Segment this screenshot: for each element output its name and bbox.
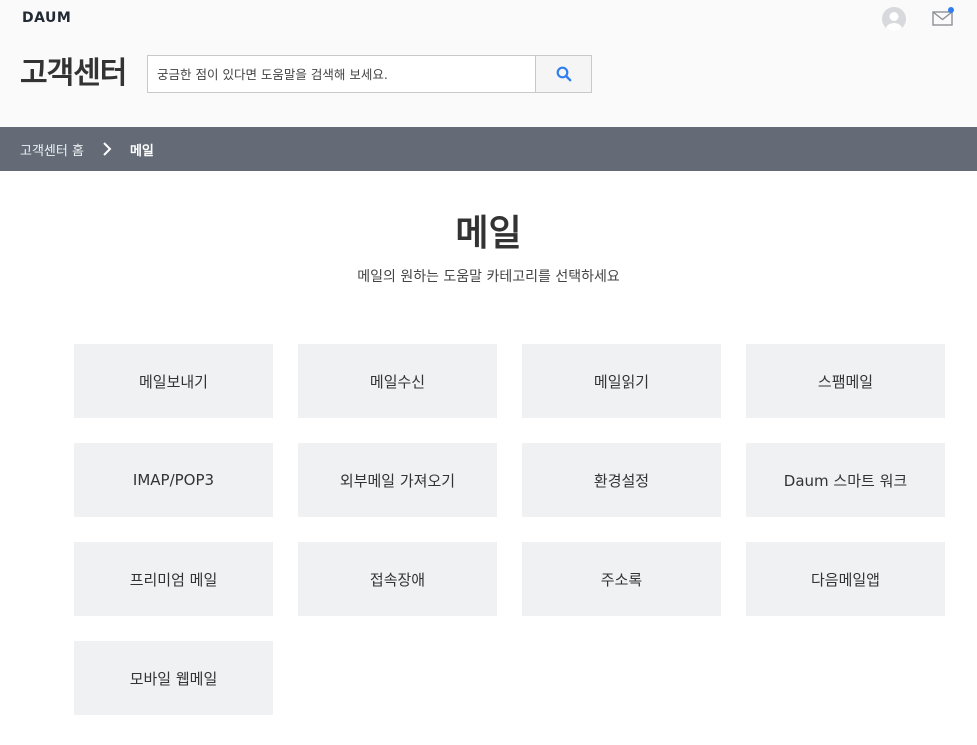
category-send-mail[interactable]: 메일보내기 xyxy=(74,344,273,418)
breadcrumb: 고객센터 홈 메일 xyxy=(0,127,977,171)
breadcrumb-current: 메일 xyxy=(129,143,154,159)
category-premium-mail[interactable]: 프리미엄 메일 xyxy=(74,542,273,616)
avatar-icon[interactable] xyxy=(882,7,906,31)
category-daum-mail-app[interactable]: 다음메일앱 xyxy=(746,542,945,616)
section-subtitle: 메일의 원하는 도움말 카테고리를 선택하세요 xyxy=(357,269,620,285)
category-spam-mail[interactable]: 스팸메일 xyxy=(746,344,945,418)
search-icon xyxy=(556,66,572,82)
page-title[interactable]: 고객센터 xyxy=(20,56,127,92)
category-settings[interactable]: 환경설정 xyxy=(522,443,721,517)
category-imap-pop3[interactable]: IMAP/POP3 xyxy=(74,443,273,517)
new-mail-badge xyxy=(948,7,954,13)
category-address-book[interactable]: 주소록 xyxy=(522,542,721,616)
category-daum-smart-work[interactable]: Daum 스마트 워크 xyxy=(746,443,945,517)
search-button[interactable] xyxy=(535,56,591,92)
search-box xyxy=(147,55,592,93)
search-input[interactable] xyxy=(148,56,535,92)
category-grid: 메일보내기 메일수신 메일읽기 스팸메일 IMAP/POP3 외부메일 가져오기… xyxy=(74,344,945,715)
chevron-right-icon xyxy=(102,141,112,157)
category-read-mail[interactable]: 메일읽기 xyxy=(522,344,721,418)
header: DAUM 고객센터 xyxy=(0,0,977,127)
section-title: 메일 xyxy=(455,213,522,254)
daum-logo[interactable]: DAUM xyxy=(22,10,71,26)
breadcrumb-home-link[interactable]: 고객센터 홈 xyxy=(20,140,84,159)
category-connection-issues[interactable]: 접속장애 xyxy=(298,542,497,616)
category-external-mail-import[interactable]: 외부메일 가져오기 xyxy=(298,443,497,517)
category-mobile-webmail[interactable]: 모바일 웹메일 xyxy=(74,641,273,715)
category-receive-mail[interactable]: 메일수신 xyxy=(298,344,497,418)
